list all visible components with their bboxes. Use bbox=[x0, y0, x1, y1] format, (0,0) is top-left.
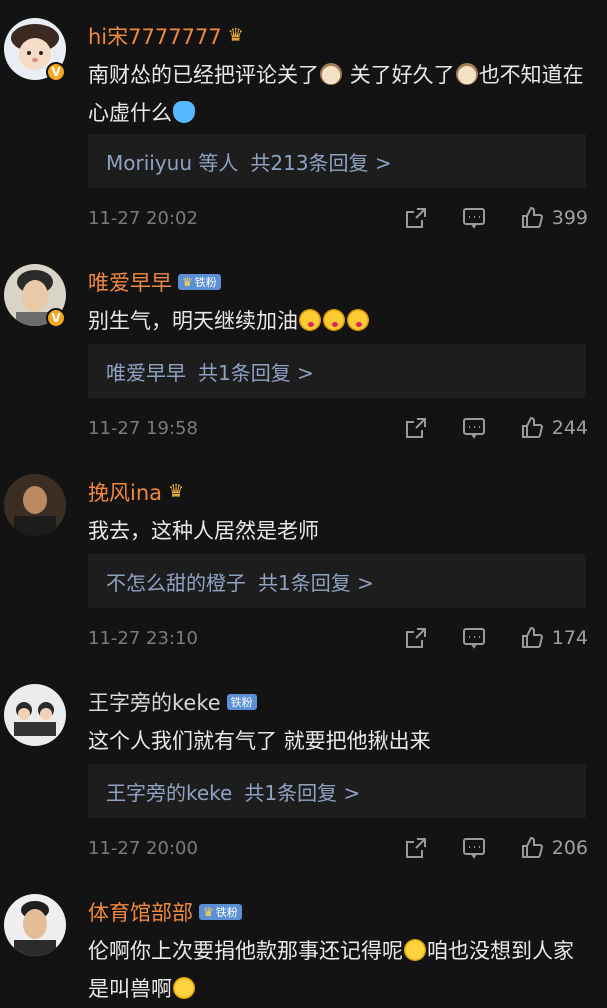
reply-count: 共1条回复 > bbox=[244, 780, 361, 805]
shocked-emoji-icon bbox=[404, 939, 426, 961]
replies-link[interactable]: 王字旁的keke 共1条回复 > bbox=[88, 764, 586, 818]
like-icon[interactable] bbox=[520, 836, 544, 860]
fish-emoji-icon bbox=[173, 101, 195, 123]
comment-icon[interactable] bbox=[462, 206, 486, 230]
timestamp: 11-27 19:58 bbox=[88, 417, 198, 439]
like-icon[interactable] bbox=[520, 206, 544, 230]
comment-text: 别生气，明天继续加油 bbox=[88, 302, 588, 340]
fan-badge: 铁粉 bbox=[226, 694, 257, 710]
reply-user: 王字旁的keke bbox=[106, 780, 233, 805]
comment-text: 这个人我们就有气了 就要把他揪出来 bbox=[88, 729, 431, 753]
username[interactable]: 王字旁的keke bbox=[88, 687, 221, 717]
avatar[interactable] bbox=[4, 684, 66, 746]
comment-text: 伦啊你上次要捐他款那事还记得呢 咱也没想到人家是叫兽啊 bbox=[88, 939, 574, 1001]
username[interactable]: hi宋7777777 bbox=[88, 21, 222, 51]
like-icon[interactable] bbox=[520, 626, 544, 650]
timestamp: 11-27 23:10 bbox=[88, 627, 198, 649]
share-icon[interactable] bbox=[404, 626, 428, 650]
reply-user: 唯爱早早 bbox=[106, 360, 186, 385]
crown-icon: ♛ bbox=[182, 275, 193, 289]
comment-icon[interactable] bbox=[462, 626, 486, 650]
fan-badge: ♛ 铁粉 bbox=[199, 904, 242, 920]
verified-badge-icon: V bbox=[46, 308, 66, 328]
reply-count: 共1条回复 > bbox=[258, 570, 374, 595]
comment-text: 我去，这种人居然是老师 bbox=[88, 519, 319, 543]
fan-badge: ♛ 铁粉 bbox=[178, 274, 221, 290]
comment-text: 南财怂的已经把评论关了 关了好久了 也不知道在心虚什么 bbox=[88, 63, 584, 125]
share-icon[interactable] bbox=[404, 836, 428, 860]
username[interactable]: 唯爱早早 bbox=[88, 267, 172, 297]
kiss-emoji-icon bbox=[347, 309, 369, 331]
comment-icon[interactable] bbox=[462, 416, 486, 440]
crown-icon: ♛ bbox=[168, 481, 185, 502]
shocked-emoji-icon bbox=[173, 977, 195, 999]
verified-badge-icon: V bbox=[46, 62, 66, 82]
timestamp: 11-27 20:00 bbox=[88, 837, 198, 859]
replies-link[interactable]: 不怎么甜的橙子 共1条回复 > bbox=[88, 554, 586, 608]
share-icon[interactable] bbox=[404, 206, 428, 230]
avatar[interactable] bbox=[4, 474, 66, 536]
avatar[interactable] bbox=[4, 894, 66, 956]
reply-count: 共1条回复 > bbox=[198, 360, 314, 385]
username[interactable]: 体育馆部部 bbox=[88, 897, 193, 927]
kiss-emoji-icon bbox=[323, 309, 345, 331]
reply-count: 共213条回复 > bbox=[250, 150, 392, 175]
share-icon[interactable] bbox=[404, 416, 428, 440]
reply-user: 不怎么甜的橙子 bbox=[106, 570, 246, 595]
like-count: 206 bbox=[551, 837, 588, 859]
replies-link[interactable]: 唯爱早早 共1条回复 > bbox=[88, 344, 586, 398]
replies-link[interactable]: Moriiyuu 等人 共213条回复 > bbox=[88, 134, 586, 188]
like-count: 244 bbox=[551, 417, 588, 439]
like-icon[interactable] bbox=[520, 416, 544, 440]
reply-user: Moriiyuu 等人 bbox=[106, 150, 239, 175]
cat-emoji-icon bbox=[455, 63, 478, 85]
crown-icon: ♛ bbox=[227, 25, 244, 46]
like-count: 399 bbox=[551, 207, 588, 229]
like-count: 174 bbox=[551, 627, 588, 649]
username[interactable]: 挽风ina bbox=[88, 477, 162, 507]
crown-icon: ♛ bbox=[203, 905, 214, 919]
kiss-emoji-icon bbox=[299, 309, 321, 331]
timestamp: 11-27 20:02 bbox=[88, 207, 198, 229]
comment-icon[interactable] bbox=[462, 836, 486, 860]
cat-emoji-icon bbox=[320, 63, 342, 85]
